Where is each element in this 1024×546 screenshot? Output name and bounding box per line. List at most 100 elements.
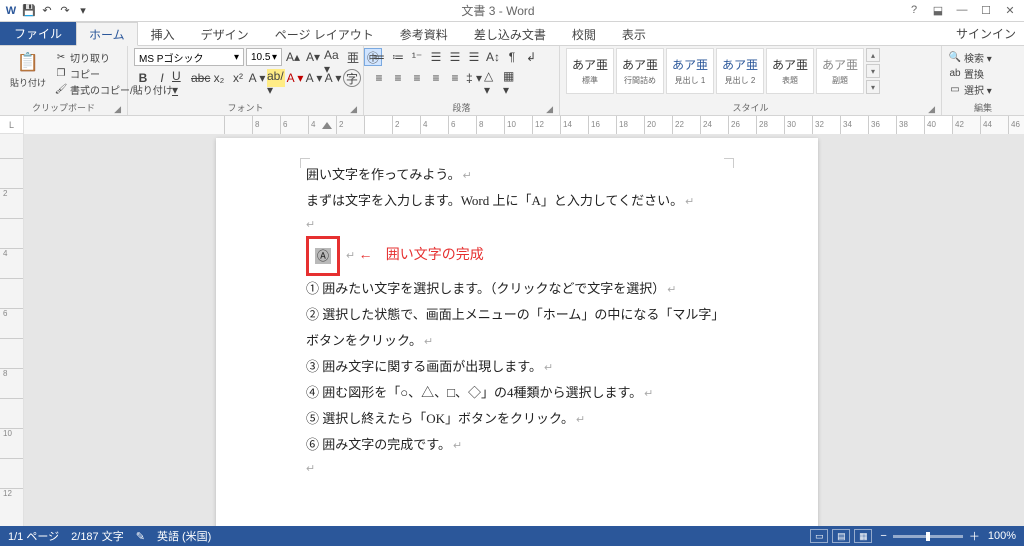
align-left-button[interactable]: ≡: [370, 69, 388, 87]
text-effects-button[interactable]: A ▾: [248, 69, 266, 87]
chevron-down-icon: ▾: [866, 64, 880, 78]
style-gallery: あア亜標準 あア亜行間詰め あア亜見出し 1 あア亜見出し 2 あア亜表題 あア…: [566, 48, 880, 94]
font-color-button[interactable]: A ▾: [286, 69, 304, 87]
tab-references[interactable]: 参考資料: [387, 22, 461, 45]
numbering-button[interactable]: ≔: [389, 48, 407, 66]
chevron-up-icon: ▴: [866, 48, 880, 62]
tab-mailings[interactable]: 差し込み文書: [461, 22, 559, 45]
close-button[interactable]: ✕: [1002, 4, 1018, 17]
font-size-select[interactable]: 10.5▾: [246, 48, 282, 66]
borders-button[interactable]: ▦ ▾: [503, 69, 521, 87]
window-title: 文書 3 - Word: [90, 2, 906, 19]
subscript-button[interactable]: x₂: [210, 69, 228, 87]
qat-customize-icon[interactable]: ▾: [76, 4, 90, 18]
shading-button[interactable]: △ ▾: [484, 69, 502, 87]
tab-insert[interactable]: 挿入: [138, 22, 188, 45]
tab-view[interactable]: 表示: [609, 22, 659, 45]
zoom-thumb[interactable]: [926, 532, 930, 541]
underline-button[interactable]: U ▾: [172, 69, 190, 87]
tab-home[interactable]: ホーム: [76, 22, 138, 46]
style-heading1[interactable]: あア亜見出し 1: [666, 48, 714, 94]
replace-button[interactable]: ab置換: [948, 66, 984, 81]
font-name-select[interactable]: MS Pゴシック▾: [134, 48, 244, 66]
word-app-icon: W: [4, 4, 18, 18]
line-spacing-button[interactable]: ↲: [522, 48, 540, 66]
sign-in-link[interactable]: サインイン: [948, 22, 1024, 45]
redo-icon[interactable]: ↷: [58, 4, 72, 18]
grow-font-button[interactable]: A▴: [284, 48, 302, 66]
increase-indent-button[interactable]: ☰: [446, 48, 464, 66]
zoom-out-button[interactable]: −: [880, 530, 886, 542]
shrink-font-button[interactable]: A▾: [304, 48, 322, 66]
vertical-ruler[interactable]: 2 4 6 8 10 12: [0, 134, 24, 526]
italic-button[interactable]: I: [153, 69, 171, 87]
clipboard-launcher-icon[interactable]: ◢: [114, 104, 121, 115]
sort-button[interactable]: A↕: [484, 48, 502, 66]
view-web-layout[interactable]: ▦: [854, 529, 872, 543]
ribbon-display-options[interactable]: ⬓: [930, 4, 946, 17]
step-4: ④ 囲む図形を「○、△、□、◇」の4種類から選択します。: [306, 380, 728, 406]
first-line-indent-marker[interactable]: [322, 122, 332, 129]
superscript-button[interactable]: x²: [229, 69, 247, 87]
char-shading-button[interactable]: A ▾: [305, 69, 323, 87]
zoom-level[interactable]: 100%: [988, 530, 1016, 542]
tab-page-layout[interactable]: ページ レイアウト: [262, 22, 387, 45]
style-no-spacing[interactable]: あア亜行間詰め: [616, 48, 664, 94]
undo-icon[interactable]: ↶: [40, 4, 54, 18]
decrease-indent-button[interactable]: ☰: [427, 48, 445, 66]
horizontal-ruler[interactable]: 8642246810121416182022242628303234363840…: [24, 116, 1024, 134]
styles-launcher-icon[interactable]: ◢: [928, 104, 935, 115]
tab-design[interactable]: デザイン: [188, 22, 262, 45]
show-marks-button[interactable]: ¶: [503, 48, 521, 66]
distributed-button[interactable]: ≡: [446, 69, 464, 87]
align-right-button[interactable]: ≡: [408, 69, 426, 87]
status-spellcheck[interactable]: ✎: [136, 530, 145, 543]
font-launcher-icon[interactable]: ◢: [350, 104, 357, 115]
help-button[interactable]: ?: [906, 4, 922, 17]
style-subtitle[interactable]: あア亜副題: [816, 48, 864, 94]
status-word-count[interactable]: 2/187 文字: [71, 528, 124, 544]
style-title[interactable]: あア亜表題: [766, 48, 814, 94]
page[interactable]: 囲い文字を作ってみよう。 まずは文字を入力します。Word 上に「A」と入力して…: [216, 138, 818, 526]
phonetic-guide-button[interactable]: 亜: [344, 48, 362, 66]
minimize-button[interactable]: —: [954, 4, 970, 17]
group-label-paragraph: 段落◢: [370, 100, 553, 115]
style-normal[interactable]: あア亜標準: [566, 48, 614, 94]
view-print-layout[interactable]: ▤: [832, 529, 850, 543]
highlight-button[interactable]: ab/ ▾: [267, 69, 285, 87]
multilevel-list-button[interactable]: ¹⁻: [408, 48, 426, 66]
status-page[interactable]: 1/1 ページ: [8, 528, 59, 544]
paste-button[interactable]: 📋 貼り付け: [6, 48, 50, 91]
tab-review[interactable]: 校閲: [559, 22, 609, 45]
align-center-button[interactable]: ≡: [389, 69, 407, 87]
find-button[interactable]: 🔍検索 ▾: [948, 50, 992, 65]
enclose-char-circle-button[interactable]: 字: [343, 69, 361, 87]
select-button[interactable]: ▭選択 ▾: [948, 82, 992, 97]
line-spacing-drop-button[interactable]: ‡ ▾: [465, 69, 483, 87]
strikethrough-button[interactable]: abc: [191, 69, 209, 87]
zoom-slider[interactable]: − ＋: [880, 528, 979, 544]
style-gallery-spinner[interactable]: ▴ ▾ ▾: [866, 48, 880, 94]
paragraph-launcher-icon[interactable]: ◢: [546, 104, 553, 115]
justify-button[interactable]: ≡: [427, 69, 445, 87]
save-icon[interactable]: 💾: [22, 4, 36, 18]
asian-layout-button[interactable]: ☰: [465, 48, 483, 66]
restore-button[interactable]: ☐: [978, 4, 994, 17]
tab-file[interactable]: ファイル: [0, 22, 76, 45]
document-area: 2 4 6 8 10 12 囲い文字を作ってみよう。 まずは文字を入力します。W…: [0, 134, 1024, 526]
view-read-mode[interactable]: ▭: [810, 529, 828, 543]
char-border-button[interactable]: A ▾: [324, 69, 342, 87]
step-5: ⑤ 選択し終えたら「OK」ボタンをクリック。: [306, 406, 728, 432]
bold-button[interactable]: B: [134, 69, 152, 87]
annotation-arrow: ←: [358, 248, 372, 263]
status-language[interactable]: 英語 (米国): [157, 528, 211, 544]
zoom-in-button[interactable]: ＋: [969, 528, 980, 544]
document-scroll[interactable]: 囲い文字を作ってみよう。 まずは文字を入力します。Word 上に「A」と入力して…: [24, 134, 1024, 526]
change-case-button[interactable]: Aa ▾: [324, 48, 342, 66]
ruler-corner: L: [0, 116, 24, 134]
group-label-styles: スタイル◢: [566, 100, 935, 115]
bullets-button[interactable]: ≔: [370, 48, 388, 66]
zoom-track[interactable]: [893, 535, 963, 538]
style-heading2[interactable]: あア亜見出し 2: [716, 48, 764, 94]
brush-icon: 🖌: [54, 83, 68, 97]
